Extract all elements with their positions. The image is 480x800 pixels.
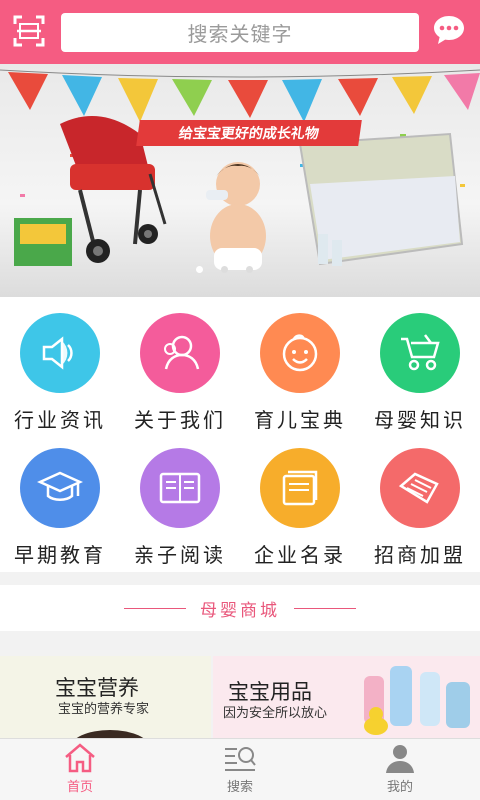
grid-item-label: 育儿宝典 bbox=[254, 408, 346, 432]
people-icon bbox=[140, 313, 220, 393]
mall-section-header: 母婴商城 bbox=[0, 585, 480, 631]
tab-label: 首页 bbox=[66, 780, 93, 795]
card-subtitle: 宝宝的营养专家 bbox=[58, 702, 150, 717]
grid-item-investment[interactable]: 招商加盟 bbox=[360, 448, 480, 568]
grid-item-parenting-guide[interactable]: 育儿宝典 bbox=[240, 313, 360, 433]
tab-profile[interactable]: 我的 bbox=[320, 739, 480, 800]
grid-item-label: 早期教育 bbox=[14, 543, 106, 567]
tab-home[interactable]: 首页 bbox=[0, 739, 160, 800]
grid-item-label: 招商加盟 bbox=[374, 543, 466, 567]
top-bar: 搜索关键字 bbox=[0, 0, 480, 64]
carousel-dot[interactable] bbox=[196, 266, 203, 273]
baby-face-icon bbox=[260, 313, 340, 393]
speaker-icon bbox=[20, 313, 100, 393]
card-baby-products[interactable]: 宝宝用品 因为安全所以放心 bbox=[213, 656, 480, 738]
bottom-tab-bar: 首页 搜索 我的 bbox=[0, 738, 480, 800]
promo-banner[interactable]: 给宝宝更好的成长礼物 bbox=[0, 64, 480, 297]
grid-item-label: 关于我们 bbox=[134, 408, 226, 432]
folder-icon bbox=[260, 448, 340, 528]
grid-item-early-education[interactable]: 早期教育 bbox=[0, 448, 120, 568]
handshake-icon bbox=[380, 448, 460, 528]
grid-item-maternal-knowledge[interactable]: 母婴知识 bbox=[360, 313, 480, 433]
banner-slogan: 给宝宝更好的成长礼物 bbox=[136, 120, 362, 146]
banner-illustration bbox=[0, 69, 480, 270]
home-icon bbox=[65, 743, 95, 773]
grid-item-company-directory[interactable]: 企业名录 bbox=[240, 448, 360, 568]
tab-search[interactable]: 搜索 bbox=[160, 739, 320, 800]
chat-icon[interactable] bbox=[431, 12, 467, 48]
graduation-cap-icon bbox=[20, 448, 100, 528]
divider bbox=[294, 607, 356, 609]
search-input[interactable]: 搜索关键字 bbox=[61, 13, 419, 52]
mall-cards: 宝宝营养 宝宝的营养专家 宝宝用品 因为安全所以放心 bbox=[0, 656, 480, 738]
search-icon bbox=[225, 747, 256, 771]
card-subtitle: 因为安全所以放心 bbox=[223, 706, 328, 721]
grid-item-label: 行业资讯 bbox=[14, 408, 106, 432]
section-title: 母婴商城 bbox=[200, 600, 280, 621]
grid-item-label: 企业名录 bbox=[254, 543, 346, 567]
grid-item-industry-news[interactable]: 行业资讯 bbox=[0, 313, 120, 433]
grid-item-parent-child-reading[interactable]: 亲子阅读 bbox=[120, 448, 240, 568]
carousel-dot[interactable] bbox=[246, 266, 253, 273]
book-icon bbox=[140, 448, 220, 528]
card-image bbox=[76, 730, 144, 738]
divider bbox=[124, 607, 186, 609]
category-grid: 行业资讯 关于我们 育儿宝典 母婴知识 早期教育 亲子阅读 企业名录 招商加盟 bbox=[0, 297, 480, 572]
stroller-icon bbox=[380, 313, 460, 393]
tab-label: 我的 bbox=[386, 780, 413, 795]
grid-item-about-us[interactable]: 关于我们 bbox=[120, 313, 240, 433]
carousel-dots bbox=[196, 266, 253, 273]
grid-item-label: 亲子阅读 bbox=[134, 543, 226, 567]
carousel-dot[interactable] bbox=[221, 266, 228, 273]
card-image bbox=[364, 666, 470, 735]
grid-item-label: 母婴知识 bbox=[374, 408, 466, 432]
search-placeholder: 搜索关键字 bbox=[187, 22, 293, 46]
user-icon bbox=[386, 745, 414, 773]
scan-icon[interactable] bbox=[13, 15, 45, 47]
card-baby-nutrition[interactable]: 宝宝营养 宝宝的营养专家 bbox=[0, 656, 211, 738]
tab-label: 搜索 bbox=[226, 780, 253, 795]
